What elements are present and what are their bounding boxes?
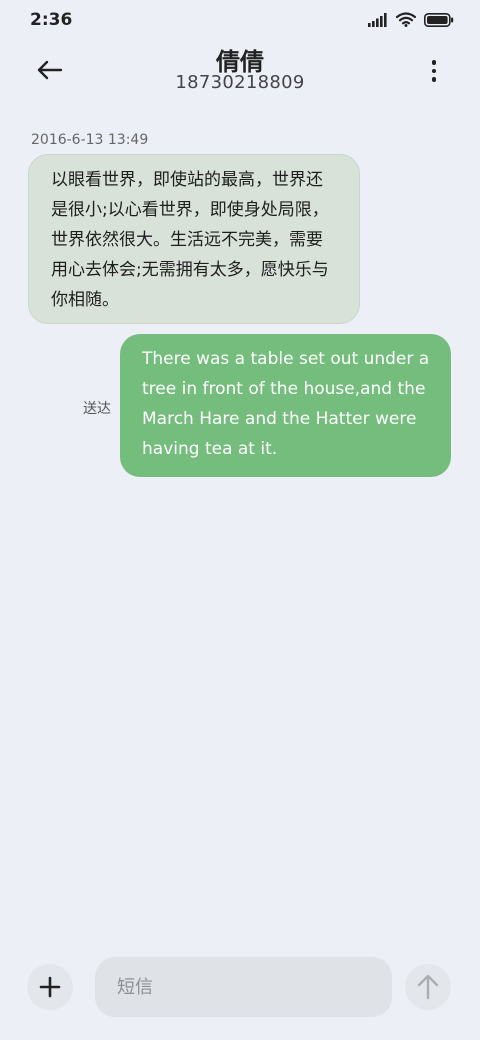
more-vertical-icon xyxy=(431,60,437,65)
plus-icon xyxy=(39,976,61,998)
conversation-header: 倩倩 18730218809 xyxy=(0,40,480,100)
delivery-status: 送达 xyxy=(83,401,111,417)
wifi-icon xyxy=(396,12,416,27)
status-icons xyxy=(368,12,454,27)
send-button[interactable] xyxy=(405,964,451,1010)
signal-icon xyxy=(368,12,387,27)
add-attachment-button[interactable] xyxy=(27,964,73,1010)
outgoing-message-bubble[interactable]: There was a table set out under a tree i… xyxy=(120,334,451,477)
arrow-up-icon xyxy=(417,974,439,1000)
status-time: 2:36 xyxy=(30,10,73,30)
more-options-button[interactable] xyxy=(422,56,446,86)
message-input[interactable] xyxy=(95,957,392,1017)
battery-icon xyxy=(424,12,454,27)
message-timestamp: 2016-6-13 13:49 xyxy=(31,132,149,148)
contact-number: 18730218809 xyxy=(175,72,305,93)
compose-bar xyxy=(0,952,480,1022)
status-bar: 2:36 xyxy=(0,0,480,44)
incoming-message-bubble[interactable]: 以眼看世界，即使站的最高，世界还是很小;以心看世界，即使身处局限，世界依然很大。… xyxy=(28,154,360,324)
